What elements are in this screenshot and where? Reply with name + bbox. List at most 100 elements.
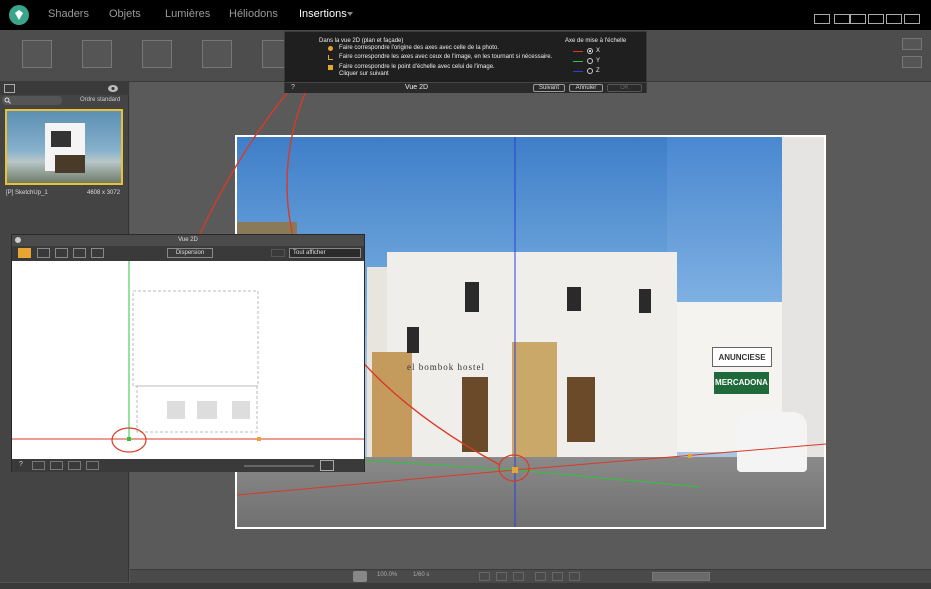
menu-shaders[interactable]: Shaders — [48, 8, 89, 20]
step-scale: Faire correspondre le point d'échelle av… — [339, 64, 495, 70]
photo-window — [407, 327, 419, 353]
library-item-size: 4608 x 3072 — [87, 190, 121, 196]
gear-icon[interactable] — [902, 56, 922, 68]
chevron-down-icon[interactable] — [347, 12, 353, 16]
cancel-button[interactable]: Annuler — [569, 84, 603, 92]
plan-scale-point[interactable] — [257, 437, 261, 441]
instruction-title: Dans la vue 2D (plan et façade) — [319, 38, 404, 44]
view-2d-title: Vue 2D — [12, 235, 364, 246]
axis-title: Axe de mise à l'échelle — [565, 38, 627, 44]
step-axes: Faire correspondre les axes avec ceux de… — [339, 54, 553, 60]
plan-outline-top — [132, 290, 259, 387]
thumbnail-base — [55, 155, 85, 173]
photo-window — [567, 287, 581, 311]
light-icon[interactable] — [569, 572, 580, 581]
eye-icon[interactable] — [107, 84, 119, 93]
move-icon[interactable] — [513, 572, 524, 581]
menu-objets[interactable]: Objets — [109, 8, 141, 20]
cart-icon[interactable] — [814, 14, 830, 24]
step-next: Cliquer sur suivant — [339, 71, 389, 77]
settings-icon[interactable] — [902, 38, 922, 50]
plan-furniture — [197, 401, 217, 419]
progress-bar — [652, 572, 710, 581]
fullscreen-icon[interactable] — [904, 14, 920, 24]
axis-y-label: Y — [596, 58, 601, 64]
zoom-level[interactable]: 100.0% — [377, 572, 397, 578]
step-origin: Faire correspondre l'origine des axes av… — [339, 45, 499, 51]
ok-button[interactable]: OK — [607, 84, 642, 92]
plan-furniture — [232, 401, 250, 419]
plan-furniture — [167, 401, 185, 419]
photo-window — [639, 289, 651, 313]
status-bar: 100.0% 1/60 s — [130, 569, 931, 583]
menu-lumieres[interactable]: Lumières — [165, 8, 210, 20]
instruction-footer: ? Vue 2D Suivant Annuler OK — [285, 82, 646, 93]
instruction-panel: Dans la vue 2D (plan et façade) Faire co… — [284, 31, 647, 93]
radio-axis-y[interactable] — [587, 58, 593, 64]
search-input[interactable] — [2, 96, 62, 105]
sun-icon[interactable] — [535, 572, 546, 581]
plan-view-icon[interactable] — [18, 248, 31, 258]
pan-icon[interactable] — [68, 461, 81, 470]
box-icon[interactable] — [82, 40, 112, 68]
view-label: Vue 2D — [405, 84, 429, 91]
back-view-icon[interactable] — [73, 248, 86, 258]
step-origin-icon — [328, 46, 333, 51]
camera-icon[interactable] — [353, 571, 367, 582]
sort-select[interactable]: Ordre standard — [80, 97, 120, 103]
hand-icon[interactable] — [479, 572, 490, 581]
plan-origin[interactable] — [127, 437, 131, 441]
next-button[interactable]: Suivant — [533, 84, 565, 92]
photo-stone-corner — [512, 342, 557, 467]
photo-sign-bottom: MERCADONA — [714, 372, 769, 394]
view-2d-panel: Vue 2D Dispersion Tout afficher ? — [11, 234, 365, 472]
axis-x-swatch — [573, 51, 583, 52]
help-button[interactable]: ? — [19, 461, 23, 468]
stack-icon[interactable] — [22, 40, 52, 68]
top-view-icon[interactable] — [91, 248, 104, 258]
app-logo-icon[interactable] — [9, 5, 29, 25]
help-button[interactable]: ? — [291, 84, 295, 91]
photo-car — [737, 412, 807, 472]
radio-axis-x[interactable] — [587, 48, 593, 54]
library-item-thumbnail[interactable] — [5, 109, 123, 185]
view-2d-toolbar: Dispersion Tout afficher — [12, 246, 364, 261]
close-icon[interactable] — [15, 237, 21, 243]
side-view-icon[interactable] — [55, 248, 68, 258]
zoom-icon[interactable] — [496, 572, 507, 581]
radio-axis-z[interactable] — [587, 68, 593, 74]
axis-y-swatch — [573, 61, 583, 62]
perspective-icon[interactable] — [202, 40, 232, 68]
window-icon[interactable] — [886, 14, 902, 24]
shutter-speed[interactable]: 1/60 s — [413, 572, 429, 578]
app-window: Shaders Objets Lumières Héliodons Insert… — [0, 0, 931, 589]
menu-insertions[interactable]: Insertions — [299, 8, 347, 20]
zoom-icon[interactable] — [50, 461, 63, 470]
fit-icon[interactable] — [86, 461, 99, 470]
undo-icon[interactable] — [32, 461, 45, 470]
gallery-icon[interactable] — [850, 14, 866, 24]
display-select[interactable]: Tout afficher — [289, 248, 361, 258]
layer-swatch[interactable] — [271, 249, 285, 257]
frame-icon[interactable] — [552, 572, 563, 581]
thumbnail-window — [51, 131, 71, 147]
library-item-name: [P] SketchUp_1 — [6, 190, 48, 196]
photo-sign-bottom-text: MERCADONA — [715, 378, 768, 387]
step-axes-icon — [328, 55, 333, 60]
library-header — [0, 82, 129, 95]
axes-icon[interactable] — [142, 40, 172, 68]
axis-z-label: Z — [596, 68, 600, 74]
layout-icon[interactable] — [834, 14, 850, 24]
search-icon — [4, 97, 11, 104]
window-footer — [0, 583, 931, 589]
menu-heliodons[interactable]: Héliodons — [229, 8, 278, 20]
add-image-icon[interactable] — [4, 84, 18, 93]
recenter-icon[interactable] — [320, 460, 334, 471]
dispersion-button[interactable]: Dispersion — [167, 248, 213, 258]
view-2d-canvas[interactable] — [12, 261, 364, 459]
view-2d-footer: ? — [12, 459, 364, 472]
front-view-icon[interactable] — [37, 248, 50, 258]
step-scale-icon — [328, 65, 333, 70]
camera-icon[interactable] — [868, 14, 884, 24]
proximity-slider[interactable] — [244, 465, 314, 467]
